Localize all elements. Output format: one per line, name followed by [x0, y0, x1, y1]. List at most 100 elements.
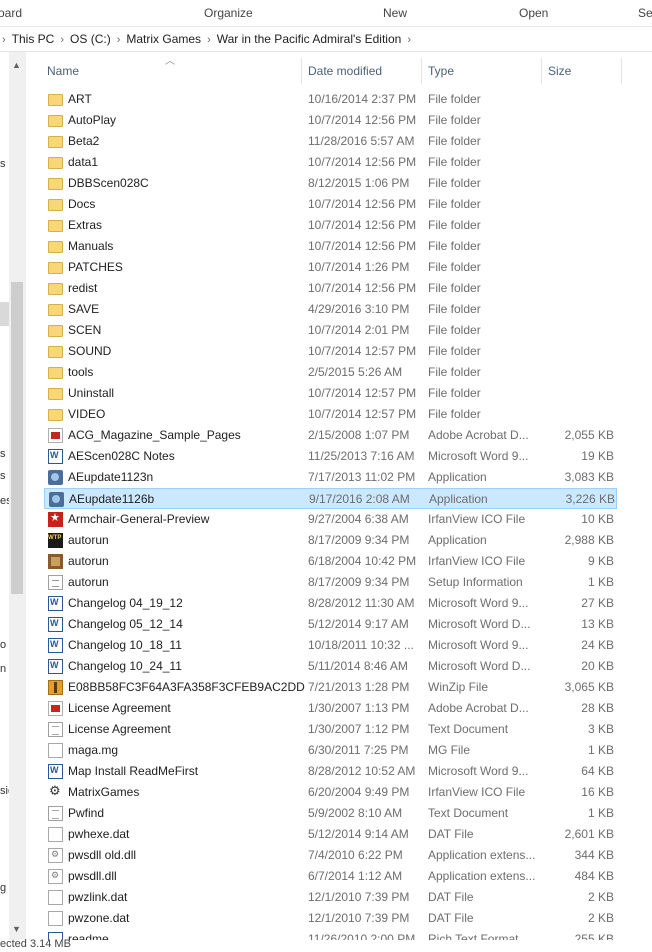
file-name: AEupdate1126b [69, 492, 155, 506]
file-name: VIDEO [68, 407, 106, 421]
chevron-right-icon[interactable]: › [203, 34, 215, 46]
file-size: 3,065 KB [564, 680, 614, 694]
file-row[interactable]: autorun 8/17/2009 9:34 PM Setup Informatio… [44, 572, 617, 593]
file-name: AEScen028C Notes [68, 449, 175, 463]
file-row[interactable]: License Agreement 1/30/2007 1:13 PM Adobe … [44, 698, 617, 719]
nav-fragment[interactable]: n [0, 663, 6, 675]
file-row[interactable]: Changelog 05_12_14 5/12/2014 9:17 AM Micro… [44, 614, 617, 635]
nav-fragment[interactable]: o 1 [0, 639, 9, 651]
nav-scrollbar-thumb[interactable] [11, 282, 23, 594]
file-row[interactable]: redist 10/7/2014 12:56 PM File folder [44, 278, 617, 299]
nav-fragment[interactable]: s ( [0, 448, 9, 460]
file-name: pwsdll.dll [68, 869, 117, 883]
file-row[interactable]: maga.mg 6/30/2011 7:25 PM MG File 1 KB [44, 740, 617, 761]
breadcrumb-matrix-games[interactable]: Matrix Games [124, 32, 203, 46]
file-row[interactable]: Changelog 10_24_11 5/11/2014 8:46 AM Micro… [44, 656, 617, 677]
file-row[interactable]: DBBScen028C 8/12/2015 1:06 PM File folder [44, 173, 617, 194]
navigation-pane[interactable]: s s ( s es o 1 n sic g [0, 52, 9, 952]
file-date-modified: 10/7/2014 1:26 PM [308, 260, 410, 274]
file-row[interactable]: SOUND 10/7/2014 12:57 PM File folder [44, 341, 617, 362]
file-row[interactable]: E08BB58FC3F64A3FA358F3CFEB9AC2DD 7/21/201… [44, 677, 617, 698]
file-date-modified: 8/17/2009 9:34 PM [308, 575, 410, 589]
file-row[interactable]: Pwfind 5/9/2002 8:10 AM Text Document 1 KB [44, 803, 617, 824]
file-row[interactable]: autorun 8/17/2009 9:34 PM Application 2,988… [44, 530, 617, 551]
file-row[interactable]: SAVE 4/29/2016 3:10 PM File folder [44, 299, 617, 320]
nav-fragment[interactable]: g [0, 882, 6, 894]
file-size: 344 KB [574, 848, 614, 862]
file-row[interactable]: PATCHES 10/7/2014 1:26 PM File folder [44, 257, 617, 278]
file-row[interactable]: Armchair-General-Preview 9/27/2004 6:38 A… [44, 509, 617, 530]
breadcrumb-this-pc[interactable]: This PC [10, 32, 57, 46]
file-type: Microsoft Word 9... [428, 764, 529, 778]
blank-file-icon [48, 743, 63, 758]
nav-scrollbar[interactable]: ▲ ▼ [9, 52, 26, 940]
file-row[interactable]: pwsdll.dll 6/7/2014 1:12 AM Application ex… [44, 866, 617, 887]
column-header-date-modified[interactable]: Date modified [308, 64, 382, 78]
file-row[interactable]: VIDEO 10/7/2014 12:57 PM File folder [44, 404, 617, 425]
breadcrumb-war-in-the-pacific[interactable]: War in the Pacific Admiral's Edition [215, 32, 404, 46]
ribbon-new-label: New [383, 6, 408, 20]
file-row[interactable]: Map Install ReadMeFirst 8/28/2012 10:52 A… [44, 761, 617, 782]
file-date-modified: 10/7/2014 12:57 PM [308, 407, 417, 421]
column-divider[interactable] [541, 58, 542, 84]
file-row[interactable]: pwzone.dat 12/1/2010 7:39 PM DAT File 2 KB [44, 908, 617, 929]
word-icon [48, 659, 63, 674]
file-date-modified: 11/25/2013 7:16 AM [308, 449, 415, 463]
column-headers: ︿ Name Date modified Type Size [26, 52, 652, 90]
file-row[interactable]: ACG_Magazine_Sample_Pages 2/15/2008 1:07 … [44, 425, 617, 446]
file-row[interactable]: pwhexe.dat 5/12/2014 9:14 AM DAT File 2,601… [44, 824, 617, 845]
column-divider[interactable] [421, 58, 422, 84]
scroll-down-icon[interactable]: ▼ [12, 924, 21, 934]
file-row[interactable]: Manuals 10/7/2014 12:56 PM File folder [44, 236, 617, 257]
file-name: maga.mg [68, 743, 119, 757]
chevron-right-icon[interactable]: › [56, 34, 68, 46]
file-row[interactable]: pwzlink.dat 12/1/2010 7:39 PM DAT File 2 KB [44, 887, 617, 908]
folder-icon [48, 346, 63, 358]
file-name: MatrixGames [68, 785, 140, 799]
column-divider[interactable] [621, 58, 622, 84]
chevron-right-icon[interactable]: › [0, 34, 10, 46]
file-row[interactable]: Changelog 04_19_12 8/28/2012 11:30 AM Micr… [44, 593, 617, 614]
file-size: 2,988 KB [564, 533, 614, 547]
file-type: Setup Information [428, 575, 523, 589]
file-row[interactable]: tools 2/5/2015 5:26 AM File folder [44, 362, 617, 383]
file-size: 1 KB [587, 743, 614, 757]
column-header-type[interactable]: Type [428, 64, 454, 78]
word-icon [48, 764, 63, 779]
nav-selected-item[interactable] [0, 302, 9, 326]
nav-fragment[interactable]: es [0, 495, 9, 507]
file-row[interactable]: Extras 10/7/2014 12:56 PM File folder [44, 215, 617, 236]
file-row[interactable]: Uninstall 10/7/2014 12:57 PM File folder [44, 383, 617, 404]
chevron-right-icon[interactable]: › [403, 34, 415, 46]
file-row[interactable]: AutoPlay 10/7/2014 12:56 PM File folder [44, 110, 617, 131]
word-icon [48, 449, 63, 464]
file-row[interactable]: autorun 6/18/2004 10:42 PM IrfanView ICO F… [44, 551, 617, 572]
address-bar[interactable]: › This PC › OS (C:) › Matrix Games › War in the… [0, 27, 652, 52]
file-row[interactable]: Changelog 10_18_11 10/18/2011 10:32 ... Mi… [44, 635, 617, 656]
file-row[interactable]: License Agreement 1/30/2007 1:12 PM Text D… [44, 719, 617, 740]
file-row[interactable]: SCEN 10/7/2014 2:01 PM File folder [44, 320, 617, 341]
file-row[interactable]: MatrixGames 6/20/2004 9:49 PM IrfanView IC… [44, 782, 617, 803]
column-header-size[interactable]: Size [548, 64, 571, 78]
file-name: SOUND [68, 344, 112, 358]
scroll-up-icon[interactable]: ▲ [12, 60, 21, 70]
column-header-name[interactable]: Name [47, 64, 79, 78]
file-row[interactable]: pwsdll old.dll 7/4/2010 6:22 PM Applicatio… [44, 845, 617, 866]
file-row[interactable]: ART 10/16/2014 2:37 PM File folder [44, 89, 617, 110]
column-divider[interactable] [301, 58, 302, 84]
file-row[interactable]: Beta2 11/28/2016 5:57 AM File folder [44, 131, 617, 152]
chevron-right-icon[interactable]: › [113, 34, 125, 46]
file-name: pwzlink.dat [68, 890, 128, 904]
file-row[interactable]: data1 10/7/2014 12:56 PM File folder [44, 152, 617, 173]
file-name: AutoPlay [68, 113, 117, 127]
breadcrumb-os-c[interactable]: OS (C:) [68, 32, 113, 46]
file-row[interactable]: AEupdate1126b 9/17/2016 2:08 AM Applicatio… [44, 488, 617, 509]
file-row[interactable]: AEScen028C Notes 11/25/2013 7:16 AM Micros… [44, 446, 617, 467]
file-size: 3,083 KB [564, 470, 614, 484]
file-row[interactable]: AEupdate1123n 7/17/2013 11:02 PM Applicati… [44, 467, 617, 488]
file-row[interactable]: Docs 10/7/2014 12:56 PM File folder [44, 194, 617, 215]
nav-fragment[interactable]: s [0, 158, 6, 170]
nav-fragment[interactable]: sic [0, 785, 9, 797]
nav-fragment[interactable]: s [0, 470, 6, 482]
file-name: Pwfind [68, 806, 105, 820]
